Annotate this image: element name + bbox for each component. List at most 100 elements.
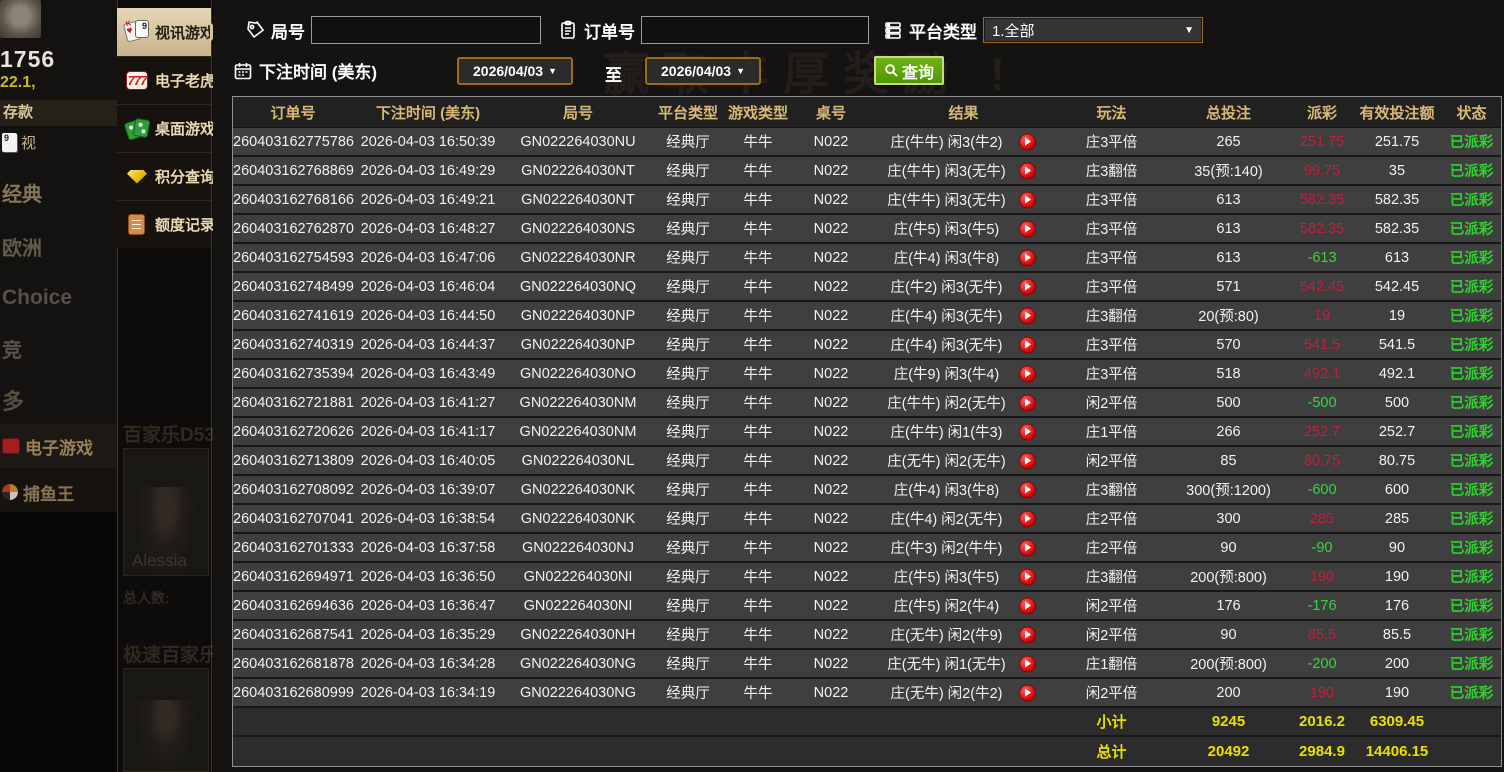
cell-game-type: 牛牛	[743, 135, 773, 151]
cell-platform: 经典厅	[666, 367, 710, 383]
result-text: 庄(无牛) 闲2(牛9)	[890, 628, 1003, 644]
cell-bet-time: 2026-04-03 16:41:27	[360, 394, 496, 411]
replay-button[interactable]	[1019, 597, 1036, 614]
replay-button[interactable]	[1019, 191, 1036, 208]
cell-bet-time: 2026-04-03 16:49:29	[360, 162, 496, 179]
date-from-button[interactable]: 2026/04/03 ▼	[457, 57, 573, 85]
cell-platform: 经典厅	[666, 512, 710, 528]
fishing-item: 捕鱼王	[0, 472, 117, 512]
result-text: 庄(无牛) 闲1(无牛)	[887, 657, 1006, 673]
replay-button[interactable]	[1019, 684, 1036, 701]
cell-order: 260403162681878	[233, 655, 354, 672]
cell-bet-time: 2026-04-03 16:48:27	[360, 220, 496, 237]
slots-777-icon: 777	[126, 72, 148, 89]
cell-result: 庄(无牛) 闲2(牛9)	[869, 624, 1058, 645]
cell-bet-time: 2026-04-03 16:36:50	[360, 568, 496, 585]
replay-button[interactable]	[1019, 452, 1036, 469]
cell-result: 庄(牛4) 闲3(牛8)	[869, 247, 1058, 268]
replay-button[interactable]	[1019, 365, 1036, 382]
cell-total-bet: 613	[1216, 220, 1241, 237]
cell-payout: 85.5	[1307, 626, 1337, 643]
cell-game-type: 牛牛	[743, 570, 773, 586]
cell-order: 260403162694971	[233, 568, 354, 585]
cell-total-bet: 200(预:800)	[1190, 657, 1267, 673]
cell-table: N022	[813, 684, 849, 701]
col-header-play: 玩法	[1096, 104, 1127, 122]
cell-valid-bet: 500	[1384, 394, 1410, 411]
platform-filter-group: 平台类型 1.全部 ▼	[883, 17, 1203, 43]
tag-icon	[245, 20, 265, 40]
cell-table: N022	[813, 626, 849, 643]
sidebar-item-video-games[interactable]: 视讯游戏	[117, 8, 215, 56]
cell-bet-time: 2026-04-03 16:44:37	[360, 336, 496, 353]
sidebar-item-points-query[interactable]: 积分查询	[117, 152, 215, 200]
sidebar-item-table-games[interactable]: 桌面游戏	[117, 104, 215, 152]
replay-button[interactable]	[1019, 307, 1036, 324]
cell-valid-bet: 190	[1384, 684, 1410, 701]
replay-button[interactable]	[1019, 655, 1036, 672]
cell-total-bet: 20(预:80)	[1198, 309, 1259, 325]
table-row: 260403162694971 2026-04-03 16:36:50 GN0222…	[233, 563, 1501, 592]
round-input[interactable]	[311, 16, 541, 44]
result-text: 庄(牛9) 闲3(牛4)	[893, 367, 1000, 383]
replay-button[interactable]	[1019, 539, 1036, 556]
cell-valid-bet: 35	[1388, 162, 1406, 179]
replay-button[interactable]	[1019, 626, 1036, 643]
cell-table: N022	[813, 597, 849, 614]
replay-button[interactable]	[1019, 278, 1036, 295]
cell-valid-bet: 190	[1384, 568, 1410, 585]
balance-value: 1756	[0, 46, 56, 72]
subtotal-bet: 9245	[1211, 713, 1246, 730]
cell-payout: 542.45	[1299, 278, 1345, 295]
total-label: 总计	[1096, 744, 1127, 761]
sidebar-item-credit-record[interactable]: 额度记录	[117, 200, 215, 248]
date-to-button[interactable]: 2026/04/03 ▼	[645, 57, 761, 85]
nav-duo: 多	[2, 389, 25, 414]
cell-game-type: 牛牛	[743, 367, 773, 383]
sidebar-menu: 视讯游戏 777 电子老虎机 桌面游戏 积分查询 额度记录	[117, 8, 230, 248]
cell-play: 庄1平倍	[1085, 425, 1138, 441]
order-input[interactable]	[641, 16, 869, 44]
cell-play: 闲2平倍	[1085, 686, 1138, 702]
cell-payout: 190	[1309, 568, 1335, 585]
replay-button[interactable]	[1019, 133, 1036, 150]
video-nav-item: 视	[2, 132, 36, 153]
col-header-valid-bet: 有效投注额	[1359, 104, 1435, 122]
cell-bet-time: 2026-04-03 16:47:06	[360, 249, 496, 266]
replay-button[interactable]	[1019, 336, 1036, 353]
cell-valid-bet: 613	[1384, 249, 1410, 266]
replay-button[interactable]	[1019, 220, 1036, 237]
result-text: 庄(牛5) 闲3(牛5)	[893, 570, 1000, 586]
replay-button[interactable]	[1019, 162, 1036, 179]
calendar-icon	[233, 61, 253, 81]
sidebar-item-slots[interactable]: 777 电子老虎机	[117, 56, 230, 104]
replay-button[interactable]	[1019, 568, 1036, 585]
platform-select[interactable]: 1.全部 ▼	[983, 17, 1203, 43]
dealer-photo	[123, 668, 209, 772]
replay-button[interactable]	[1019, 481, 1036, 498]
cell-payout: -90	[1311, 539, 1333, 556]
cell-game-type: 牛牛	[743, 686, 773, 702]
result-text: 庄(牛5) 闲2(牛4)	[893, 599, 1000, 615]
replay-button[interactable]	[1019, 394, 1036, 411]
cell-payout: -176	[1307, 597, 1337, 614]
cell-play: 庄3翻倍	[1085, 483, 1138, 499]
cell-round: GN022264030NU	[520, 133, 636, 150]
cell-payout: 492.1	[1303, 365, 1341, 382]
cell-play: 庄3翻倍	[1085, 309, 1138, 325]
cell-order: 260403162740319	[233, 336, 354, 353]
cell-payout: 99.75	[1303, 162, 1341, 179]
cell-total-bet: 35(预:140)	[1194, 164, 1263, 180]
cell-result: 庄(牛4) 闲3(无牛)	[869, 334, 1058, 355]
cell-status: 已派彩	[1449, 164, 1494, 180]
replay-button[interactable]	[1019, 510, 1036, 527]
cell-bet-time: 2026-04-03 16:34:28	[360, 655, 496, 672]
replay-button[interactable]	[1019, 249, 1036, 266]
cell-round: GN022264030NS	[520, 220, 636, 237]
cell-play: 闲2平倍	[1085, 396, 1138, 412]
search-button[interactable]: 查询	[874, 56, 944, 85]
cell-bet-time: 2026-04-03 16:50:39	[360, 133, 496, 150]
replay-button[interactable]	[1019, 423, 1036, 440]
cell-round: GN022264030NG	[519, 684, 637, 701]
cell-game-type: 牛牛	[743, 396, 773, 412]
